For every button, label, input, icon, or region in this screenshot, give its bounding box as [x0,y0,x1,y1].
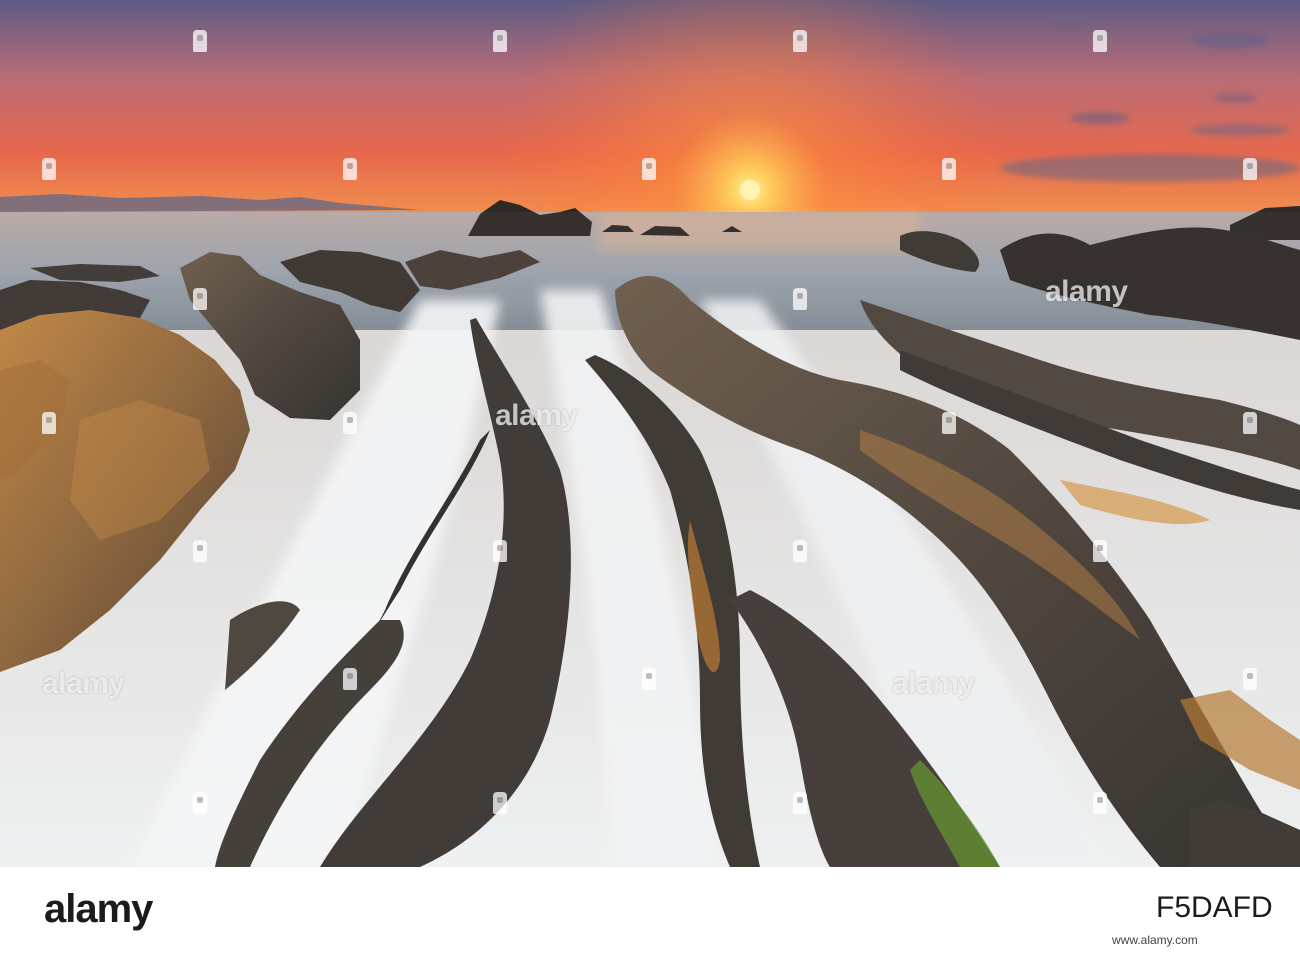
watermark-logo-icon [193,540,207,562]
watermark-text: alamy [1045,275,1128,308]
watermark-logo-icon [793,540,807,562]
sun [740,180,760,200]
watermark-logo-icon [1243,412,1257,434]
watermark-logo-icon [1093,792,1107,814]
watermark-logo-icon [343,668,357,690]
watermark-logo-icon [343,412,357,434]
watermark-logo-icon [42,158,56,180]
watermark-logo-icon [193,792,207,814]
watermark-logo-icon [193,30,207,52]
stock-footer-bar: alamy F5DAFD www.alamy.com [0,867,1300,956]
footer-brand-logo: alamy [44,887,153,931]
watermark-logo-icon [1093,540,1107,562]
watermark-logo-icon [493,792,507,814]
photo-canvas [0,0,1300,867]
watermark-logo-icon [793,288,807,310]
watermark-logo-icon [642,158,656,180]
footer-url: www.alamy.com [1112,933,1198,947]
watermark-logo-icon [42,412,56,434]
watermark-logo-icon [1243,668,1257,690]
watermark-logo-icon [1243,158,1257,180]
landscape-photo: alamy alamy alamy alamy [0,0,1300,867]
watermark-logo-icon [942,412,956,434]
watermark-text: alamy [42,667,125,700]
watermark-logo-icon [1093,30,1107,52]
watermark-logo-icon [642,668,656,690]
watermark-logo-icon [193,288,207,310]
footer-image-id: F5DAFD [1156,891,1273,924]
watermark-text: alamy [892,667,975,700]
watermark-logo-icon [493,540,507,562]
watermark-logo-icon [793,792,807,814]
watermark-logo-icon [942,158,956,180]
watermark-logo-icon [493,30,507,52]
watermark-logo-icon [793,30,807,52]
watermark-text: alamy [495,399,578,432]
watermark-logo-icon [343,158,357,180]
